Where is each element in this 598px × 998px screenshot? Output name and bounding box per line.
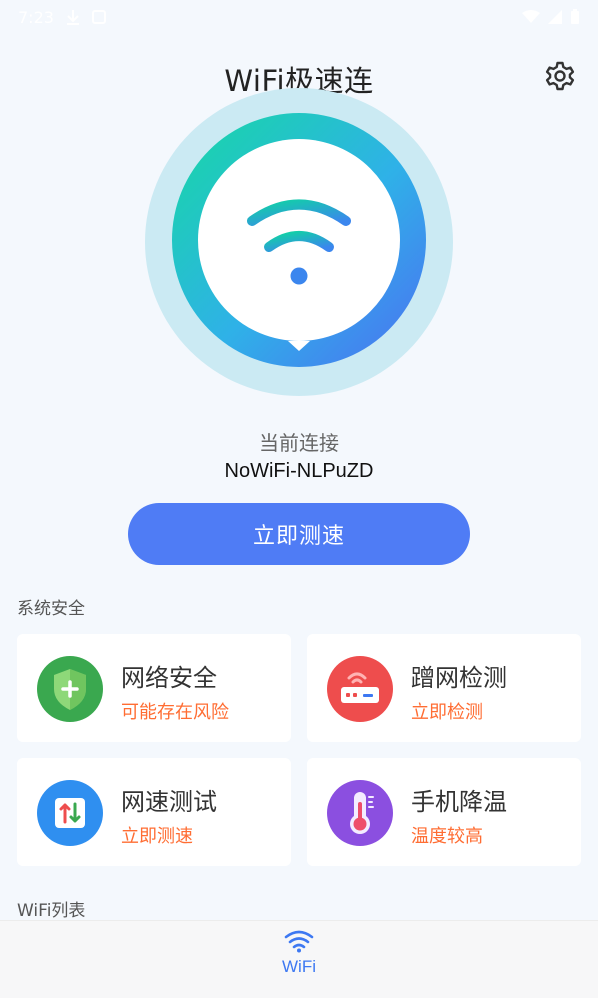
wifi-icon <box>284 930 314 953</box>
download-icon <box>66 10 79 25</box>
ssid-name: NoWiFi-NLPuZD <box>224 460 374 482</box>
status-time: 7:23 <box>18 7 54 27</box>
nav-label: WiFi <box>282 957 316 976</box>
thermometer-icon <box>327 780 393 846</box>
section-title-system-security: 系统安全 <box>17 599 85 619</box>
shield-icon <box>37 656 103 722</box>
router-icon <box>327 656 393 722</box>
card-subtitle: 立即检测 <box>411 702 483 723</box>
card-wifi-leech-detect[interactable]: 蹭网检测 立即检测 <box>307 634 581 742</box>
card-subtitle: 立即测速 <box>121 826 193 847</box>
status-bar: 7:23 <box>0 0 598 34</box>
card-title: 手机降温 <box>411 788 507 816</box>
speed-test-icon <box>37 780 103 846</box>
wifi-signal-icon <box>522 10 540 23</box>
card-title: 蹭网检测 <box>411 664 507 692</box>
bottom-nav: WiFi <box>0 920 598 998</box>
cell-signal-icon <box>548 10 562 24</box>
settings-gear-icon[interactable] <box>544 60 576 92</box>
speed-test-button[interactable]: 立即测速 <box>128 503 470 565</box>
battery-icon <box>571 9 579 24</box>
card-title: 网速测试 <box>121 788 217 816</box>
card-speed-test[interactable]: 网速测试 立即测速 <box>17 758 291 866</box>
card-phone-cooling[interactable]: 手机降温 温度较高 <box>307 758 581 866</box>
section-title-wifi-list: WiFi列表 <box>17 901 86 921</box>
card-subtitle: 可能存在风险 <box>121 702 229 723</box>
wifi-hero-graphic[interactable] <box>145 88 453 396</box>
status-left: 7:23 <box>18 8 106 27</box>
status-right <box>522 9 580 25</box>
nav-item-wifi[interactable]: WiFi <box>264 929 334 991</box>
current-connection-label: 当前连接 <box>259 431 339 455</box>
card-title: 网络安全 <box>121 664 217 692</box>
card-network-security[interactable]: 网络安全 可能存在风险 <box>17 634 291 742</box>
card-subtitle: 温度较高 <box>411 826 483 847</box>
notification-icon <box>91 10 106 24</box>
